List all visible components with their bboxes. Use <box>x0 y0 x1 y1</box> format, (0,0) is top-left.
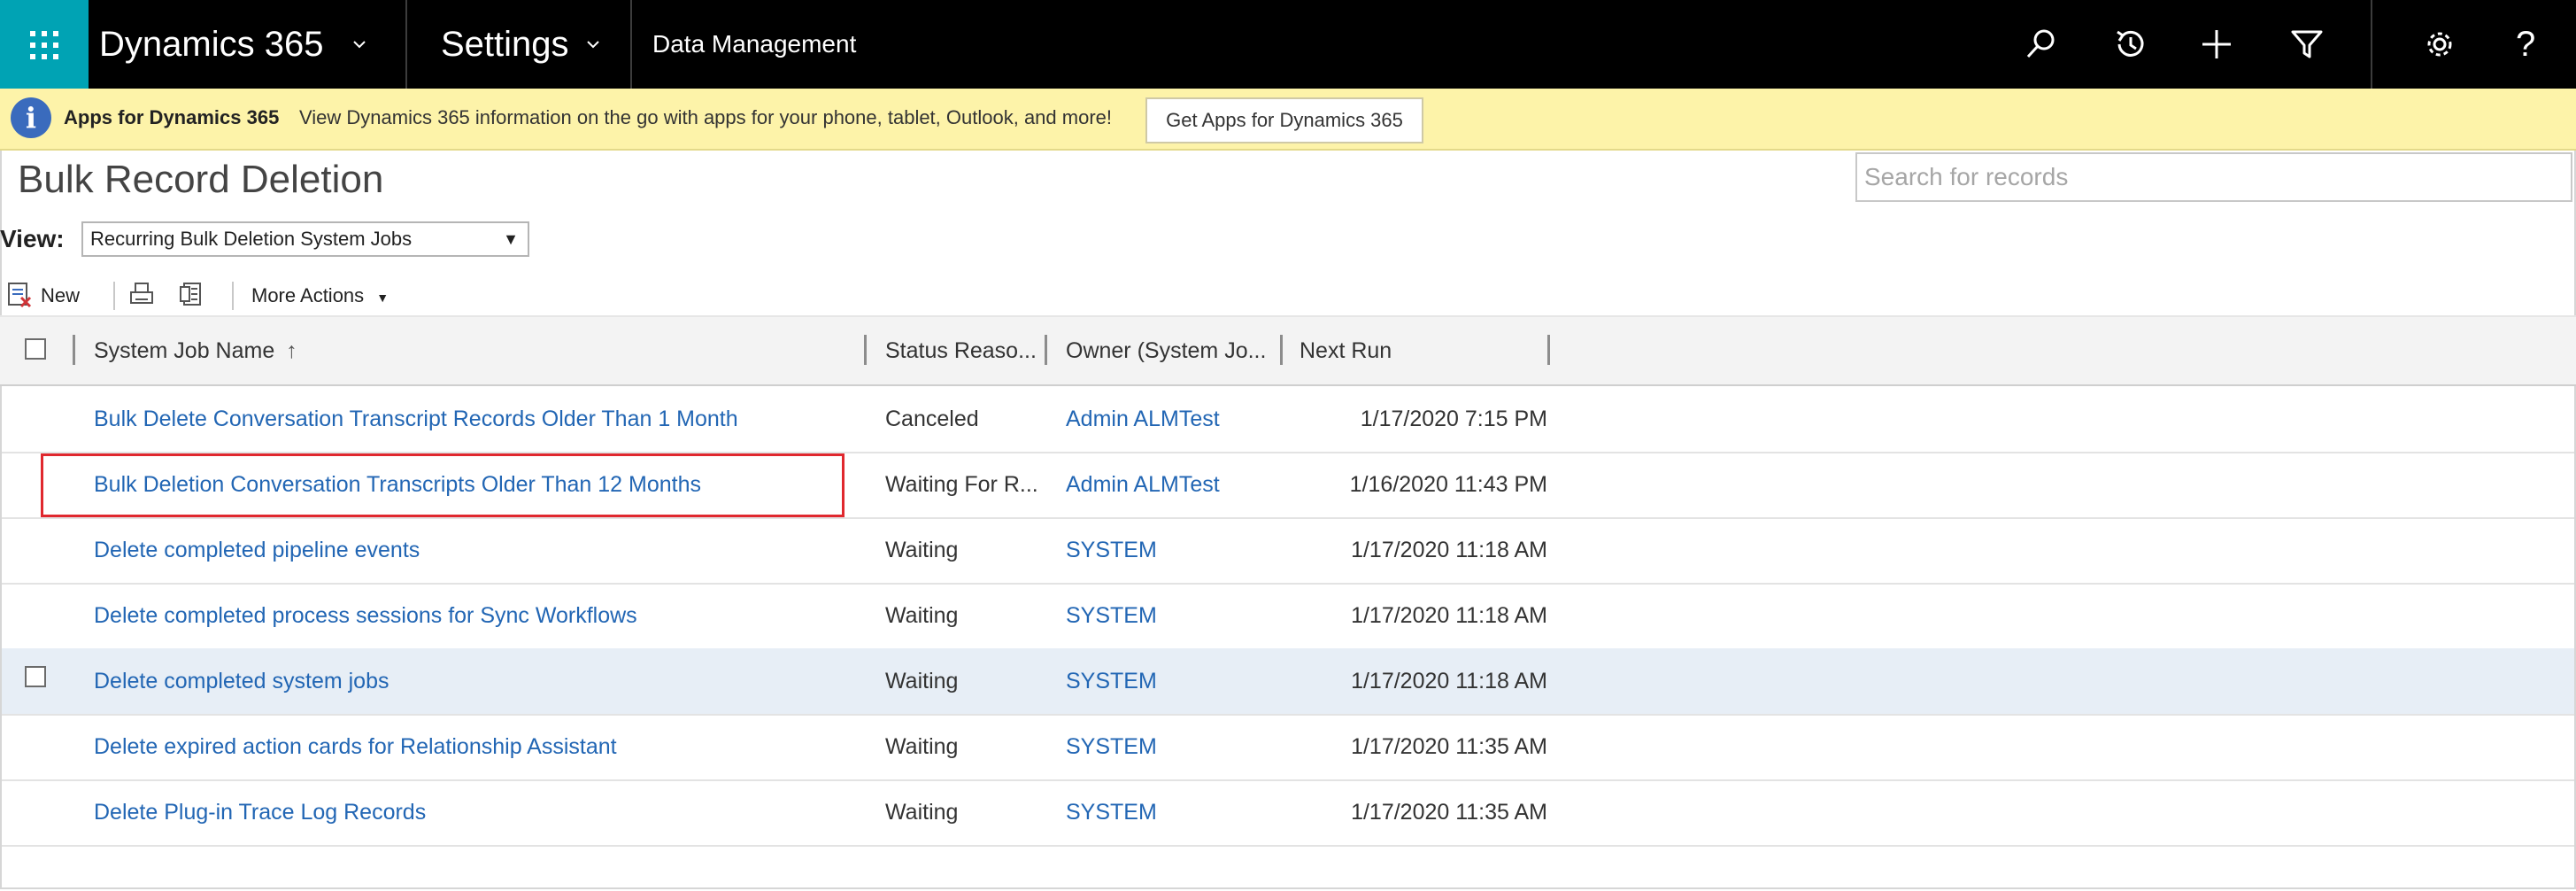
owner-link[interactable]: SYSTEM <box>1066 779 1157 845</box>
more-actions-label: More Actions <box>251 284 365 306</box>
filter-icon[interactable] <box>2289 27 2325 62</box>
next-run: 1/17/2020 11:35 AM <box>1351 734 1547 759</box>
job-name-link[interactable]: Delete Plug-in Trace Log Records <box>94 779 426 845</box>
next-run: 1/17/2020 11:18 AM <box>1351 538 1547 562</box>
help-icon[interactable]: ? <box>2516 0 2535 89</box>
owner-link[interactable]: SYSTEM <box>1066 648 1157 714</box>
status-reason: Waiting <box>885 538 959 562</box>
more-actions-button[interactable]: More Actions ▼ <box>251 282 389 310</box>
chevron-down-icon[interactable] <box>586 37 600 51</box>
job-name-link[interactable]: Delete completed system jobs <box>94 648 389 714</box>
breadcrumb[interactable]: Data Management <box>652 0 856 89</box>
owner-link[interactable]: SYSTEM <box>1066 583 1157 648</box>
column-divider[interactable] <box>1280 335 1283 365</box>
job-name-link[interactable]: Bulk Deletion Conversation Transcripts O… <box>94 452 701 517</box>
next-run: 1/17/2020 11:35 AM <box>1351 800 1547 825</box>
owner-link[interactable]: SYSTEM <box>1066 517 1157 583</box>
new-button[interactable]: New <box>41 282 80 310</box>
column-header-next-run[interactable]: Next Run <box>1300 317 1392 384</box>
table-row[interactable]: Delete completed system jobs Waiting SYS… <box>2 648 2574 716</box>
column-divider[interactable] <box>1045 335 1047 365</box>
search-input[interactable] <box>1855 152 2572 202</box>
history-icon[interactable] <box>2112 27 2148 62</box>
table-row[interactable]: Delete Plug-in Trace Log Records Waiting… <box>2 779 2574 847</box>
column-header-owner[interactable]: Owner (System Jo... <box>1066 317 1266 384</box>
top-nav-bar: Dynamics 365 Settings Data Management ? <box>0 0 2576 89</box>
get-apps-button[interactable]: Get Apps for Dynamics 365 <box>1145 97 1423 143</box>
table-row[interactable]: Delete completed process sessions for Sy… <box>2 583 2574 650</box>
status-reason: Waiting <box>885 800 959 825</box>
column-divider[interactable] <box>1547 335 1550 365</box>
column-header-label: System Job Name <box>94 338 275 363</box>
nav-divider <box>405 0 407 89</box>
next-run: 1/17/2020 7:15 PM <box>1360 407 1547 431</box>
chevron-down-icon[interactable] <box>352 37 366 51</box>
column-divider[interactable] <box>864 335 867 365</box>
page-title: Bulk Record Deletion <box>18 158 384 201</box>
next-run: 1/16/2020 11:43 PM <box>1349 472 1547 497</box>
view-selector[interactable]: Recurring Bulk Deletion System Jobs ▼ <box>81 221 529 257</box>
status-reason: Waiting <box>885 669 959 693</box>
sort-ascending-icon: ↑ <box>286 338 297 363</box>
waffle-icon <box>30 31 58 59</box>
nav-divider <box>630 0 632 89</box>
notification-message: View Dynamics 365 information on the go … <box>299 106 1112 128</box>
brand-name[interactable]: Dynamics 365 <box>99 0 323 89</box>
owner-link[interactable]: SYSTEM <box>1066 714 1157 779</box>
table-row[interactable]: Delete expired action cards for Relation… <box>2 714 2574 781</box>
dropdown-arrow-icon: ▼ <box>503 230 519 248</box>
job-name-link[interactable]: Bulk Delete Conversation Transcript Reco… <box>94 386 738 452</box>
notification-title: Apps for Dynamics 365 <box>64 106 280 128</box>
view-selected-value: Recurring Bulk Deletion System Jobs <box>90 228 413 250</box>
select-all-checkbox[interactable] <box>25 338 46 360</box>
export-icon[interactable] <box>177 280 205 308</box>
command-divider <box>232 282 234 310</box>
plus-icon[interactable] <box>2199 27 2234 62</box>
print-icon[interactable] <box>127 280 156 308</box>
table-row[interactable]: Bulk Deletion Conversation Transcripts O… <box>2 452 2574 519</box>
row-checkbox[interactable] <box>25 666 46 687</box>
status-reason: Canceled <box>885 407 979 431</box>
next-run: 1/17/2020 11:18 AM <box>1351 603 1547 628</box>
status-reason: Waiting <box>885 734 959 759</box>
status-reason: Waiting <box>885 603 959 628</box>
table-row[interactable]: Delete completed pipeline events Waiting… <box>2 517 2574 585</box>
owner-link[interactable]: Admin ALMTest <box>1066 452 1220 517</box>
gear-icon[interactable] <box>2422 27 2457 62</box>
job-name-link[interactable]: Delete expired action cards for Relation… <box>94 714 617 779</box>
job-name-link[interactable]: Delete completed pipeline events <box>94 517 420 583</box>
caret-down-icon: ▼ <box>376 291 389 305</box>
command-divider <box>113 282 115 310</box>
column-header-system-job-name[interactable]: System Job Name ↑ <box>94 317 297 384</box>
table-row[interactable]: Bulk Delete Conversation Transcript Reco… <box>2 386 2574 453</box>
info-icon: i <box>11 97 51 138</box>
view-label: View: <box>0 225 65 252</box>
column-header-status-reason[interactable]: Status Reaso... <box>885 317 1037 384</box>
grid-header <box>0 317 2576 386</box>
status-reason: Waiting For R... <box>885 472 1038 497</box>
next-run: 1/17/2020 11:18 AM <box>1351 669 1547 693</box>
column-divider[interactable] <box>73 335 75 365</box>
app-launcher-button[interactable] <box>0 0 89 89</box>
area-name[interactable]: Settings <box>441 0 569 89</box>
owner-link[interactable]: Admin ALMTest <box>1066 386 1220 452</box>
nav-divider <box>2371 0 2372 89</box>
search-icon[interactable] <box>2024 27 2059 62</box>
new-record-icon[interactable] <box>5 280 34 308</box>
job-name-link[interactable]: Delete completed process sessions for Sy… <box>94 583 637 648</box>
